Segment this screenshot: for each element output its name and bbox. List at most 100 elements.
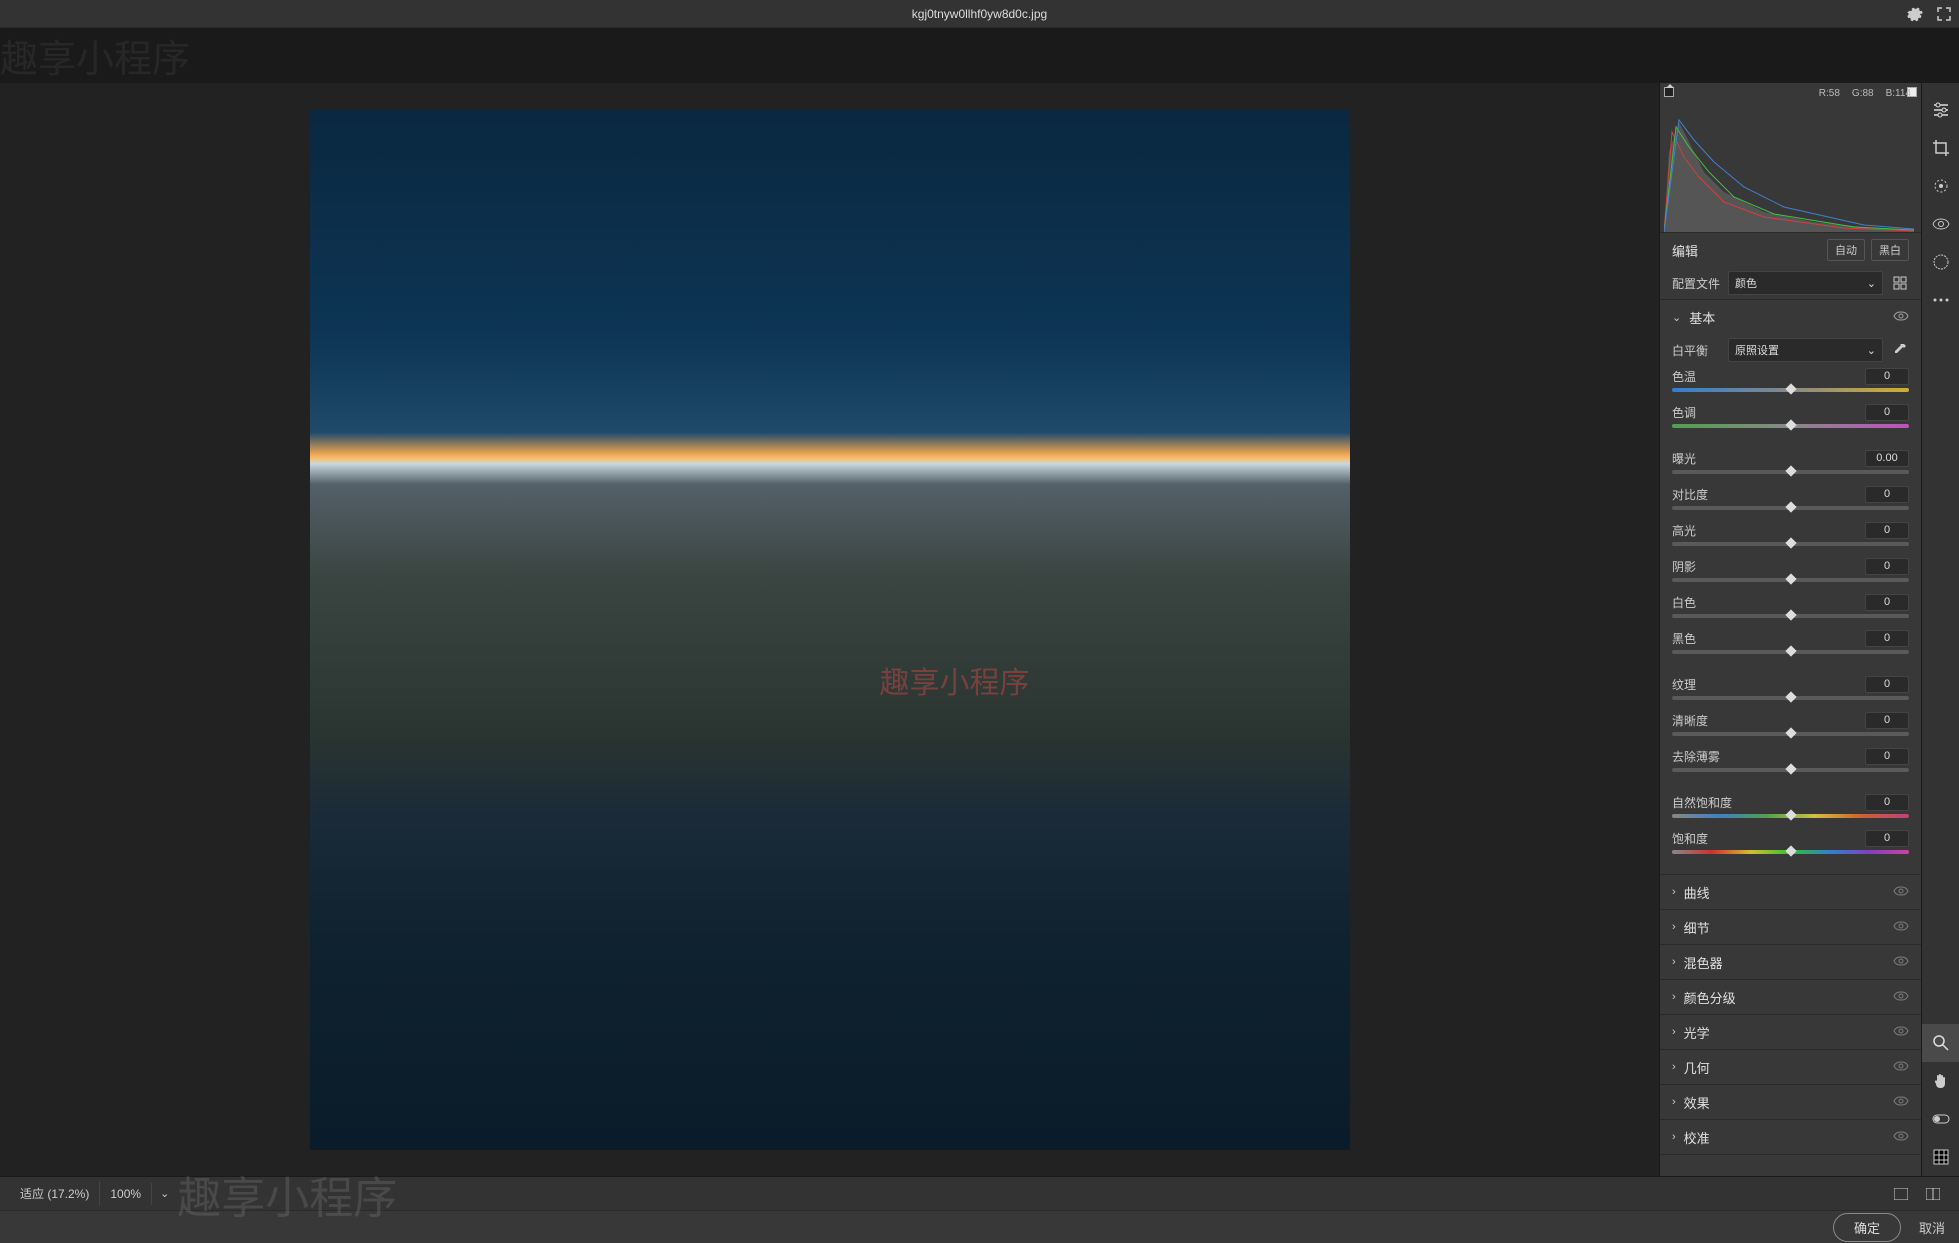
title-bar: kgj0tnyw0llhf0yw8d0c.jpg <box>0 0 1959 28</box>
profile-browser-icon[interactable] <box>1891 274 1909 292</box>
mask-icon[interactable] <box>1922 243 1959 281</box>
histogram[interactable]: R:58 G:88 B:114 <box>1660 83 1921 233</box>
slider-thumb[interactable] <box>1785 609 1796 620</box>
slider-sliders2-0: 曝光 0.00 <box>1660 448 1921 484</box>
adjust-icon[interactable] <box>1922 91 1959 129</box>
toggle-icon[interactable] <box>1922 1100 1959 1138</box>
slider-thumb[interactable] <box>1785 691 1796 702</box>
eye-icon[interactable] <box>1893 1061 1909 1074</box>
section-header[interactable]: › 曲线 <box>1660 875 1921 909</box>
canvas-area[interactable]: 趣享小程序 <box>0 83 1659 1176</box>
histogram-b: B:114 <box>1886 88 1911 99</box>
slider-thumb[interactable] <box>1785 763 1796 774</box>
slider-label: 阴影 <box>1672 558 1696 575</box>
eye-icon[interactable] <box>1893 956 1909 969</box>
slider-value[interactable]: 0 <box>1865 712 1909 729</box>
eye-icon[interactable] <box>1893 991 1909 1004</box>
slider-track[interactable] <box>1672 732 1909 736</box>
slider-track[interactable] <box>1672 542 1909 546</box>
slider-value[interactable]: 0 <box>1865 748 1909 765</box>
more-icon[interactable] <box>1922 281 1959 319</box>
eye-icon[interactable] <box>1893 311 1909 324</box>
slider-thumb[interactable] <box>1785 845 1796 856</box>
slider-thumb[interactable] <box>1785 727 1796 738</box>
slider-value[interactable]: 0 <box>1865 830 1909 847</box>
slider-value[interactable]: 0 <box>1865 486 1909 503</box>
slider-track[interactable] <box>1672 614 1909 618</box>
eye-tool-icon[interactable] <box>1922 205 1959 243</box>
slider-track[interactable] <box>1672 470 1909 474</box>
basic-header[interactable]: ⌄ 基本 <box>1660 300 1921 334</box>
eye-icon[interactable] <box>1893 921 1909 934</box>
section-label: 效果 <box>1684 1093 1893 1112</box>
eye-icon[interactable] <box>1893 886 1909 899</box>
slider-label: 高光 <box>1672 522 1696 539</box>
hand-icon[interactable] <box>1922 1062 1959 1100</box>
slider-track[interactable] <box>1672 850 1909 854</box>
slider-track[interactable] <box>1672 696 1909 700</box>
crop-icon[interactable] <box>1922 129 1959 167</box>
view-single-icon[interactable] <box>1889 1182 1913 1206</box>
ok-button[interactable]: 确定 <box>1833 1213 1901 1242</box>
section-header[interactable]: › 校准 <box>1660 1120 1921 1154</box>
profile-select[interactable]: 颜色 ⌄ <box>1728 271 1883 295</box>
slider-value[interactable]: 0 <box>1865 368 1909 385</box>
section-header[interactable]: › 几何 <box>1660 1050 1921 1084</box>
chevron-right-icon: › <box>1672 956 1676 968</box>
eye-icon[interactable] <box>1893 1131 1909 1144</box>
heal-icon[interactable] <box>1922 167 1959 205</box>
section-header[interactable]: › 效果 <box>1660 1085 1921 1119</box>
bw-button[interactable]: 黑白 <box>1871 239 1909 261</box>
slider-value[interactable]: 0 <box>1865 594 1909 611</box>
eyedropper-icon[interactable] <box>1891 341 1909 359</box>
slider-label: 色调 <box>1672 404 1696 421</box>
zoom-fit-button[interactable]: 适应 (17.2%) <box>10 1181 100 1206</box>
slider-thumb[interactable] <box>1785 419 1796 430</box>
document-title: kgj0tnyw0llhf0yw8d0c.jpg <box>912 7 1047 21</box>
slider-track[interactable] <box>1672 424 1909 428</box>
fullscreen-icon[interactable] <box>1937 7 1951 21</box>
slider-value[interactable]: 0.00 <box>1865 450 1909 467</box>
slider-thumb[interactable] <box>1785 573 1796 584</box>
slider-value[interactable]: 0 <box>1865 522 1909 539</box>
grid-icon[interactable] <box>1922 1138 1959 1176</box>
slider-track[interactable] <box>1672 814 1909 818</box>
section-光学: › 光学 <box>1660 1015 1921 1050</box>
slider-thumb[interactable] <box>1785 537 1796 548</box>
slider-track[interactable] <box>1672 578 1909 582</box>
slider-value[interactable]: 0 <box>1865 794 1909 811</box>
gear-icon[interactable] <box>1907 6 1923 22</box>
eye-icon[interactable] <box>1893 1026 1909 1039</box>
cancel-button[interactable]: 取消 <box>1919 1218 1945 1237</box>
zoom-icon[interactable] <box>1922 1024 1959 1062</box>
wb-select[interactable]: 原照设置 ⌄ <box>1728 338 1883 362</box>
shadow-clip-indicator[interactable] <box>1664 87 1674 97</box>
slider-value[interactable]: 0 <box>1865 630 1909 647</box>
slider-track[interactable] <box>1672 768 1909 772</box>
auto-button[interactable]: 自动 <box>1827 239 1865 261</box>
slider-value[interactable]: 0 <box>1865 404 1909 421</box>
view-split-icon[interactable] <box>1921 1182 1945 1206</box>
slider-thumb[interactable] <box>1785 383 1796 394</box>
slider-track[interactable] <box>1672 506 1909 510</box>
section-效果: › 效果 <box>1660 1085 1921 1120</box>
section-header[interactable]: › 细节 <box>1660 910 1921 944</box>
slider-value[interactable]: 0 <box>1865 558 1909 575</box>
section-几何: › 几何 <box>1660 1050 1921 1085</box>
chevron-right-icon: › <box>1672 886 1676 898</box>
slider-sliders1-1: 色调 0 <box>1660 402 1921 438</box>
section-header[interactable]: › 混色器 <box>1660 945 1921 979</box>
chevron-right-icon: › <box>1672 1096 1676 1108</box>
section-header[interactable]: › 颜色分级 <box>1660 980 1921 1014</box>
eye-icon[interactable] <box>1893 1096 1909 1109</box>
slider-value[interactable]: 0 <box>1865 676 1909 693</box>
zoom-100-button[interactable]: 100% <box>100 1183 152 1205</box>
slider-track[interactable] <box>1672 388 1909 392</box>
slider-thumb[interactable] <box>1785 501 1796 512</box>
slider-thumb[interactable] <box>1785 465 1796 476</box>
slider-thumb[interactable] <box>1785 645 1796 656</box>
section-header[interactable]: › 光学 <box>1660 1015 1921 1049</box>
slider-thumb[interactable] <box>1785 809 1796 820</box>
slider-track[interactable] <box>1672 650 1909 654</box>
zoom-menu-button[interactable]: ⌄ <box>152 1187 177 1200</box>
